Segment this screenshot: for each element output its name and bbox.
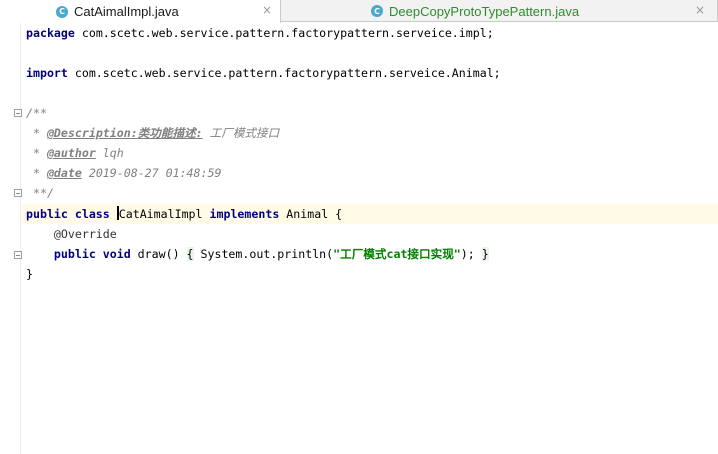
fold-marker-icon[interactable] [14,251,22,259]
code-line-current: public class CatAimalImpl implements Ani… [22,204,718,224]
code-line: * @Description:类功能描述: 工厂模式接口 [26,126,280,140]
close-icon[interactable]: × [260,3,274,17]
code-line: package com.scetc.web.service.pattern.fa… [26,26,494,40]
fold-marker-icon[interactable] [14,189,22,197]
fold-marker-icon[interactable] [14,109,22,117]
code-line: **/ [26,186,54,200]
java-class-icon: C [56,5,68,18]
close-icon[interactable]: × [693,3,707,17]
editor-tab-bar: C CatAimalImpl.java × C DeepCopyProtoTyp… [0,0,718,23]
code-line: public void draw() { System.out.println(… [53,247,489,261]
code-line: /** [26,106,47,120]
code-editor[interactable]: package com.scetc.web.service.pattern.fa… [22,23,718,454]
tab-label: CatAimalImpl.java [74,4,179,19]
tab-label: DeepCopyProtoTypePattern.java [389,3,580,19]
java-class-icon: C [371,5,383,17]
tab-deepcopyprototypepattern[interactable]: C DeepCopyProtoTypePattern.java × [281,0,718,22]
tab-catanimalimpl[interactable]: C CatAimalImpl.java × [0,0,281,23]
code-line: * @author lqh [26,146,124,160]
code-line: * @date 2019-08-27 01:48:59 [26,166,222,180]
code-line: @Override [26,227,117,241]
code-line: } [26,267,33,281]
code-line: import com.scetc.web.service.pattern.fac… [26,66,501,80]
editor-gutter [0,23,22,454]
